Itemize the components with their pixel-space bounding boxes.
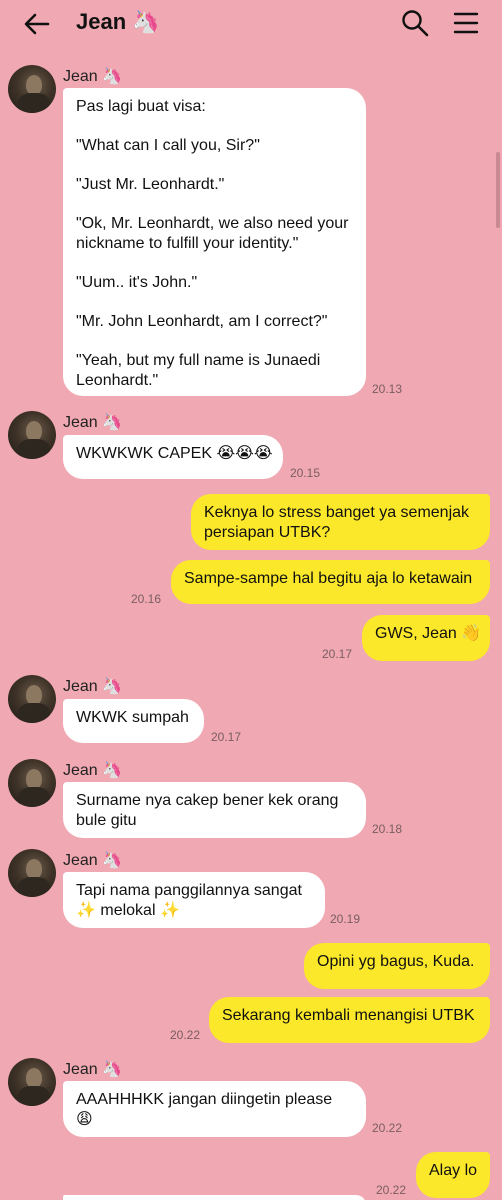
- avatar[interactable]: [8, 849, 56, 897]
- message-text: Pas lagi buat visa:: [76, 98, 206, 115]
- avatar[interactable]: [8, 1058, 56, 1106]
- message-timestamp: 20.18: [372, 822, 403, 836]
- message-timestamp: 20.17: [211, 730, 242, 744]
- search-icon[interactable]: [400, 8, 430, 38]
- message-text: Tapi nama panggilannya sangat: [76, 882, 302, 899]
- message-text: WKWK sumpah: [76, 709, 189, 726]
- avatar[interactable]: [8, 65, 56, 113]
- message-bubble-incoming[interactable]: AAAHHHKK jangan diingetin please 😩: [63, 1081, 366, 1137]
- message-text: 😩: [76, 1111, 93, 1128]
- sender-name: Jean 🦄: [63, 1061, 123, 1078]
- chat-header: Jean 🦄: [0, 0, 502, 48]
- message-text: Sekarang kembali menangisi UTBK: [222, 1007, 475, 1024]
- avatar[interactable]: [8, 675, 56, 723]
- message-text: "Ok, Mr. Leonhardt, we also need your: [76, 215, 349, 232]
- message-text: Keknya lo stress banget ya semenjak: [204, 504, 470, 521]
- message-timestamp: 20.17: [322, 647, 353, 661]
- message-bubble-outgoing[interactable]: Alay lo: [416, 1152, 490, 1198]
- message-text: "Yeah, but my full name is Junaedi: [76, 352, 321, 369]
- message-bubble-incoming[interactable]: Pas lagi buat visa: "What can I call you…: [63, 88, 366, 396]
- message-text: nickname to fulfill your identity.": [76, 235, 299, 252]
- message-timestamp: 20.22: [170, 1028, 201, 1042]
- message-bubble-outgoing[interactable]: Opini yg bagus, Kuda.: [304, 943, 490, 989]
- message-bubble-incoming[interactable]: Surname nya cakep bener kek orang bule g…: [63, 782, 366, 838]
- message-bubble-outgoing[interactable]: Keknya lo stress banget ya semenjak pers…: [191, 494, 490, 550]
- sender-name: Jean 🦄: [63, 414, 123, 431]
- avatar[interactable]: [8, 411, 56, 459]
- message-bubble-incoming[interactable]: WKWKWK CAPEK 😭😭😭: [63, 435, 283, 479]
- message-text: "Just Mr. Leonhardt.": [76, 176, 225, 193]
- message-text: WKWKWK CAPEK 😭😭😭: [76, 445, 273, 462]
- message-text: Alay lo: [429, 1162, 478, 1179]
- message-bubble-incoming[interactable]: Tapi nama panggilannya sangat ✨ melokal …: [63, 872, 325, 928]
- message-timestamp: 20.16: [131, 592, 162, 606]
- message-text: Surname nya cakep bener kek orang: [76, 792, 339, 809]
- sender-name: Jean 🦄: [63, 68, 123, 85]
- message-text: "Uum.. it's John.": [76, 274, 198, 291]
- message-text: GWS, Jean 👋: [375, 625, 482, 642]
- avatar[interactable]: [8, 759, 56, 807]
- message-text: Sampe-sampe hal begitu aja lo ketawain: [184, 570, 473, 587]
- message-bubble-outgoing[interactable]: Sampe-sampe hal begitu aja lo ketawain: [171, 560, 490, 604]
- message-text: persiapan UTBK?: [204, 524, 331, 541]
- sender-name: Jean 🦄: [63, 762, 123, 779]
- message-timestamp: 20.22: [372, 1121, 403, 1135]
- message-text: AAAHHHKK jangan diingetin please: [76, 1091, 333, 1108]
- message-timestamp: 20.13: [372, 382, 403, 396]
- message-text: "What can I call you, Sir?": [76, 137, 260, 154]
- message-text: bule gitu: [76, 812, 137, 829]
- message-bubble-incoming-partial[interactable]: [63, 1195, 366, 1200]
- message-timestamp: 20.22: [376, 1183, 407, 1197]
- message-bubble-outgoing[interactable]: GWS, Jean 👋: [362, 615, 490, 661]
- back-arrow-icon[interactable]: [22, 10, 52, 38]
- message-timestamp: 20.19: [330, 912, 361, 926]
- message-bubble-outgoing[interactable]: Sekarang kembali menangisi UTBK: [209, 997, 490, 1043]
- sender-name: Jean 🦄: [63, 678, 123, 695]
- chat-title[interactable]: Jean 🦄: [76, 9, 160, 35]
- message-text: ✨ melokal ✨: [76, 902, 180, 919]
- message-timestamp: 20.15: [290, 466, 321, 480]
- sender-name: Jean 🦄: [63, 852, 123, 869]
- message-text: Leonhardt.": [76, 372, 159, 389]
- hamburger-menu-icon[interactable]: [452, 9, 480, 37]
- message-bubble-incoming[interactable]: WKWK sumpah: [63, 699, 204, 743]
- message-text: Opini yg bagus, Kuda.: [317, 953, 475, 970]
- message-text: "Mr. John Leonhardt, am I correct?": [76, 313, 328, 330]
- scrollbar-thumb[interactable]: [496, 152, 500, 228]
